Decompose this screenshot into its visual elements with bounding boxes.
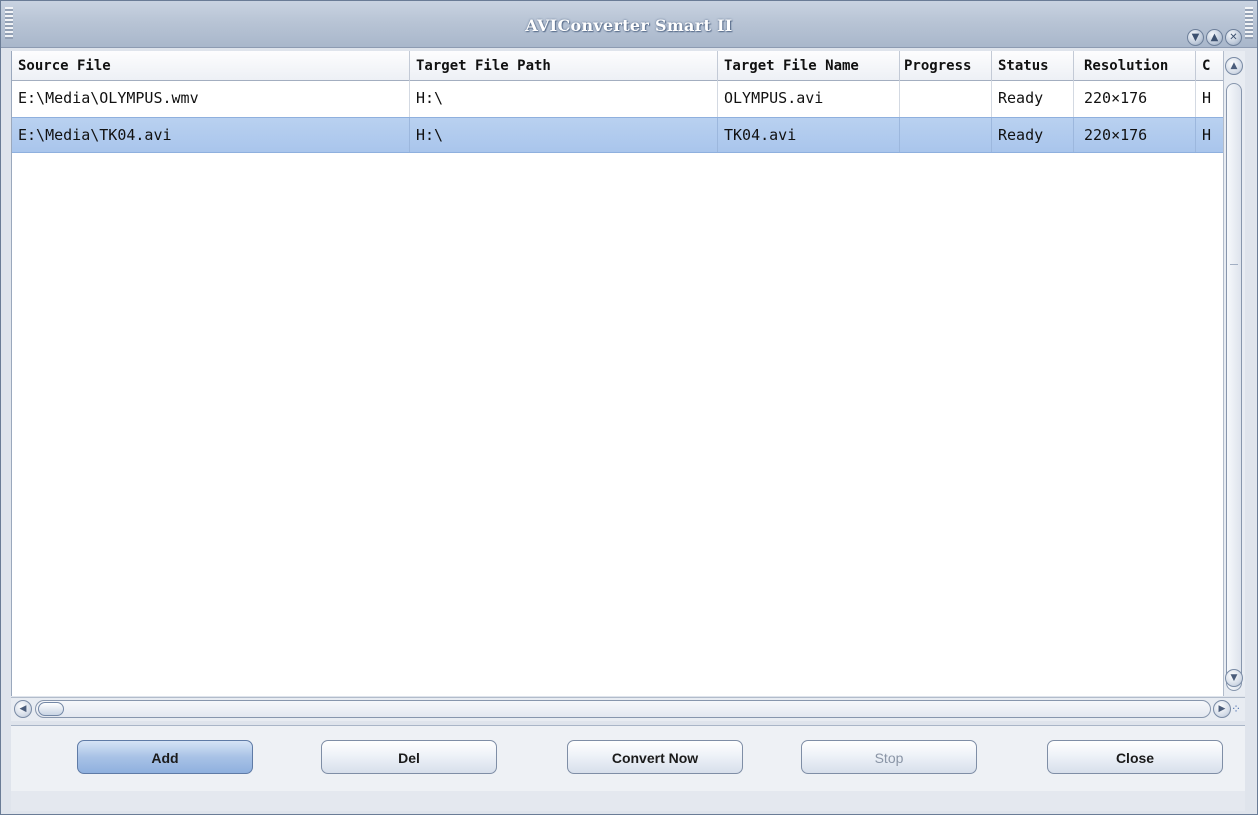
cell-resolution: 220×176 (1074, 81, 1196, 117)
cell-source-file: E:\Media\OLYMPUS.wmv (12, 81, 410, 117)
column-header-progress[interactable]: Progress (900, 51, 992, 81)
cell-status: Ready (992, 118, 1074, 152)
stop-button[interactable]: Stop (801, 740, 977, 774)
resize-grip-icon[interactable]: ⁘ (1231, 701, 1245, 717)
cell-target-file-name: OLYMPUS.avi (718, 81, 900, 117)
cell-progress (900, 118, 992, 152)
right-grip-icon (1245, 7, 1253, 39)
add-button[interactable]: Add (77, 740, 253, 774)
cell-resolution: 220×176 (1074, 118, 1196, 152)
status-bar (11, 791, 1245, 811)
file-list-table[interactable]: Source File Target File Path Target File… (11, 51, 1244, 696)
cell-source-file: E:\Media\TK04.avi (12, 118, 410, 152)
horizontal-scrollbar[interactable]: ◀ ▶ (11, 697, 1245, 721)
cell-status: Ready (992, 81, 1074, 117)
del-button[interactable]: Del (321, 740, 497, 774)
close-icon[interactable]: ✕ (1225, 29, 1242, 46)
close-button[interactable]: Close (1047, 740, 1223, 774)
chevron-right-icon[interactable]: ▶ (1213, 700, 1231, 718)
window-title: AVIConverter Smart II (525, 16, 733, 35)
cell-target-file-path: H:\ (410, 118, 718, 152)
table-row-selected[interactable]: E:\Media\TK04.avi H:\ TK04.avi Ready 220… (12, 117, 1224, 153)
cell-progress (900, 81, 992, 117)
table-row[interactable]: E:\Media\OLYMPUS.wmv H:\ OLYMPUS.avi Rea… (12, 81, 1224, 117)
chevron-up-icon[interactable]: ▲ (1225, 57, 1243, 75)
minimize-icon[interactable]: ▼ (1187, 29, 1204, 46)
button-panel: Add Del Convert Now Stop Close (11, 725, 1245, 791)
vertical-scroll-thumb[interactable] (1226, 83, 1242, 691)
column-header-status[interactable]: Status (992, 51, 1074, 81)
cell-c: H (1202, 89, 1212, 107)
maximize-icon[interactable]: ▲ (1206, 29, 1223, 46)
app-window: AVIConverter Smart II ▼ ▲ ✕ Source File … (0, 0, 1258, 815)
column-header-source-file[interactable]: Source File (12, 51, 410, 81)
horizontal-scroll-thumb[interactable] (38, 702, 64, 716)
column-header-c[interactable]: C (1196, 51, 1224, 81)
column-header-target-file-name[interactable]: Target File Name (718, 51, 900, 81)
cell-c: H (1202, 126, 1212, 144)
convert-now-button[interactable]: Convert Now (567, 740, 743, 774)
cell-target-file-path: H:\ (410, 81, 718, 117)
chevron-down-icon[interactable]: ▼ (1225, 669, 1243, 687)
table-header: Source File Target File Path Target File… (12, 51, 1224, 81)
vertical-scrollbar[interactable]: ▲ ▼ (1223, 51, 1245, 696)
title-bar[interactable]: AVIConverter Smart II ▼ ▲ ✕ (1, 1, 1257, 48)
chevron-left-icon[interactable]: ◀ (14, 700, 32, 718)
column-header-target-file-path[interactable]: Target File Path (410, 51, 718, 81)
horizontal-scroll-track[interactable] (35, 700, 1211, 718)
cell-target-file-name: TK04.avi (718, 118, 900, 152)
column-header-resolution[interactable]: Resolution (1074, 51, 1196, 81)
